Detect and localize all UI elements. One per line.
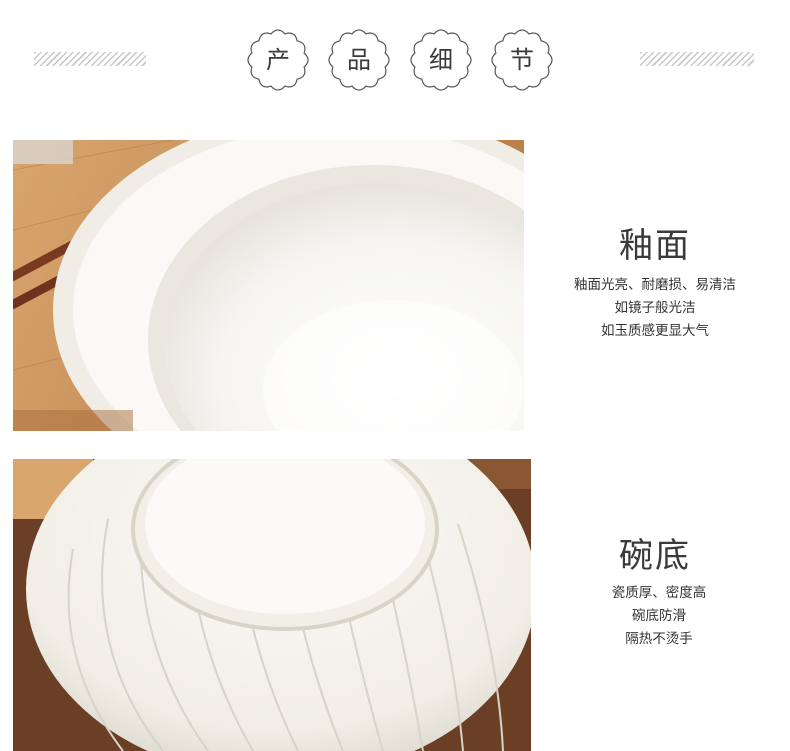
section-header: 产 品 细 节	[0, 0, 790, 120]
decorative-stripes-right	[640, 52, 754, 66]
badge-char-1: 产	[266, 46, 290, 74]
glaze-photo	[13, 140, 524, 431]
glaze-title: 釉面	[619, 226, 691, 266]
bottom-title: 碗底	[619, 536, 691, 576]
badge-char-2: 品	[347, 46, 371, 74]
bottom-description: 瓷质厚、密度高 碗底防滑 隔热不烫手	[539, 582, 779, 651]
bottom-line-1: 瓷质厚、密度高	[611, 585, 707, 601]
glaze-line-1: 釉面光亮、耐磨损、易清洁	[574, 277, 736, 293]
badge-char-4: 节	[510, 46, 534, 74]
title-badge-1: 产	[246, 28, 310, 92]
glaze-line-2: 如镜子般光洁	[614, 300, 696, 316]
badge-char-3: 细	[429, 46, 453, 74]
glaze-description: 釉面光亮、耐磨损、易清洁 如镜子般光洁 如玉质感更显大气	[535, 274, 775, 343]
bottom-photo	[13, 459, 531, 751]
title-badge-4: 节	[490, 28, 554, 92]
decorative-stripes-left	[34, 52, 146, 66]
title-badge-2: 品	[327, 28, 391, 92]
bottom-line-3: 隔热不烫手	[625, 631, 693, 647]
glaze-line-3: 如玉质感更显大气	[601, 323, 709, 339]
title-badge-3: 细	[409, 28, 473, 92]
bottom-line-2: 碗底防滑	[632, 608, 686, 624]
